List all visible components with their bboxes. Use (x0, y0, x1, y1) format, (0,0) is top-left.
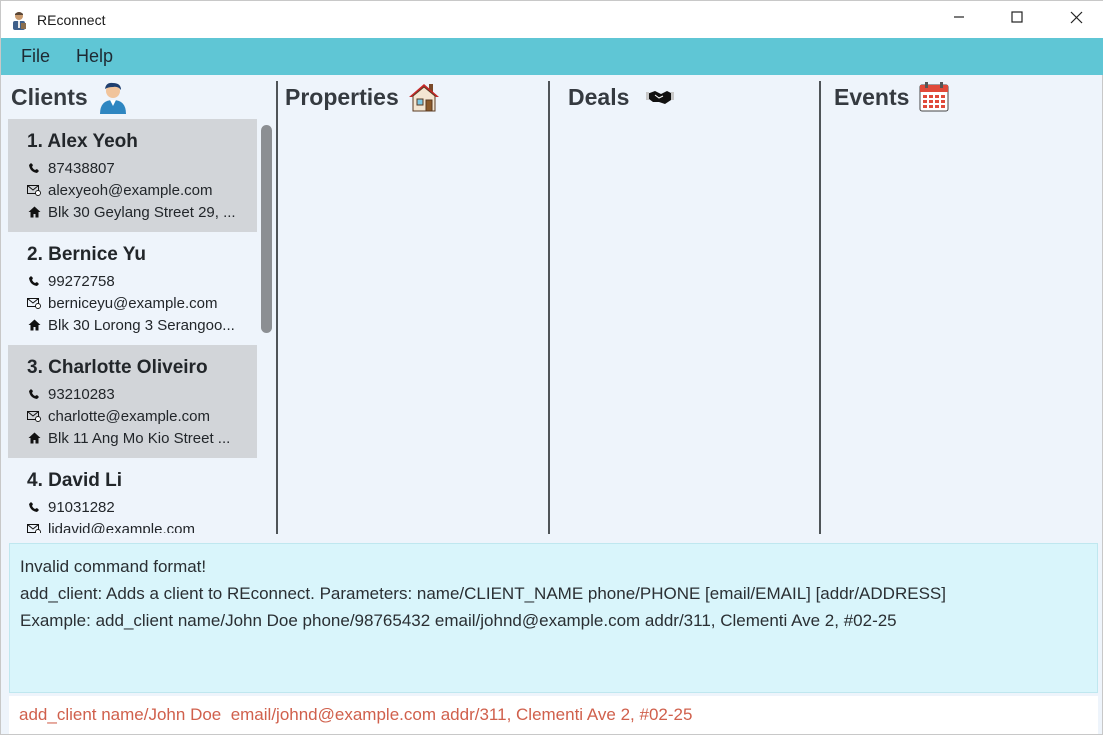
client-phone-row: 99272758 (27, 270, 257, 292)
client-address-row: Blk 11 Ang Mo Kio Street ... (27, 427, 257, 449)
result-line: Invalid command format! (20, 557, 207, 576)
clients-panel: Clients 1. Alex Yeoh 87438807 alexyeoh@e… (1, 75, 277, 537)
scrollbar-thumb[interactable] (261, 125, 272, 333)
home-icon (27, 318, 41, 332)
client-email-row: alexyeoh@example.com (27, 179, 257, 201)
events-header: Events (834, 75, 951, 119)
menu-bar: File Help (1, 38, 1103, 75)
email-icon (27, 183, 41, 197)
phone-icon (27, 387, 41, 401)
client-card[interactable]: 4. David Li 91031282 lidavid@example.com (8, 458, 257, 533)
email-icon (27, 296, 41, 310)
phone-icon (27, 274, 41, 288)
deals-panel: Deals (551, 75, 819, 537)
client-address: Blk 11 Ang Mo Kio Street ... (48, 429, 231, 447)
panel-divider (276, 81, 278, 534)
person-icon (96, 80, 130, 114)
event-list[interactable] (821, 119, 1103, 533)
client-address: Blk 30 Lorong 3 Serangoo... (48, 316, 235, 334)
email-icon (27, 522, 41, 533)
client-name: 1. Alex Yeoh (27, 131, 138, 152)
client-card[interactable]: 2. Bernice Yu 99272758 berniceyu@example… (8, 232, 257, 345)
menu-file[interactable]: File (11, 46, 60, 67)
property-list[interactable] (279, 119, 549, 533)
properties-panel: Properties (279, 75, 549, 537)
calendar-icon (917, 80, 951, 114)
events-panel: Events (821, 75, 1103, 537)
client-email: lidavid@example.com (48, 520, 195, 534)
client-card[interactable]: 1. Alex Yeoh 87438807 alexyeoh@example.c… (8, 119, 257, 232)
command-input[interactable] (19, 705, 1089, 725)
result-display: Invalid command format! add_client: Adds… (9, 543, 1098, 693)
home-icon (27, 431, 41, 445)
result-line: Example: add_client name/John Doe phone/… (20, 611, 897, 630)
client-phone-row: 93210283 (27, 383, 257, 405)
events-title: Events (834, 83, 910, 110)
client-phone: 87438807 (48, 159, 115, 177)
client-phone: 93210283 (48, 385, 115, 403)
deals-title: Deals (568, 83, 630, 110)
deal-list[interactable] (551, 119, 819, 533)
phone-icon (27, 500, 41, 514)
client-email-row: charlotte@example.com (27, 405, 257, 427)
email-icon (27, 409, 41, 423)
command-box[interactable] (9, 696, 1098, 734)
maximize-button[interactable] (994, 1, 1040, 33)
client-list[interactable]: 1. Alex Yeoh 87438807 alexyeoh@example.c… (8, 119, 257, 533)
client-phone: 99272758 (48, 272, 115, 290)
client-email: charlotte@example.com (48, 407, 210, 425)
client-email: alexyeoh@example.com (48, 181, 213, 199)
client-address: Blk 30 Geylang Street 29, ... (48, 203, 236, 221)
maximize-icon (1011, 11, 1023, 23)
properties-title: Properties (285, 83, 399, 110)
deals-header: Deals (568, 75, 677, 119)
close-button[interactable] (1053, 1, 1099, 33)
minimize-icon (954, 16, 964, 18)
client-phone-row: 91031282 (27, 496, 257, 518)
client-phone-row: 87438807 (27, 157, 257, 179)
client-list-scrollbar[interactable] (259, 119, 273, 533)
title-bar: REconnect (1, 1, 1103, 38)
clients-title: Clients (11, 83, 88, 110)
menu-help[interactable]: Help (66, 46, 123, 67)
house-icon (407, 80, 441, 114)
phone-icon (27, 161, 41, 175)
client-email-row: berniceyu@example.com (27, 292, 257, 314)
clients-header: Clients (11, 75, 130, 119)
agent-person-icon (9, 10, 29, 30)
handshake-icon (643, 80, 677, 114)
result-line: add_client: Adds a client to REconnect. … (20, 584, 946, 603)
app-window: REconnect File Help Clients 1. Alex Yeoh… (0, 0, 1103, 735)
client-address-row: Blk 30 Geylang Street 29, ... (27, 201, 257, 223)
minimize-button[interactable] (936, 1, 982, 33)
panel-divider (548, 81, 550, 534)
home-icon (27, 205, 41, 219)
close-icon (1070, 11, 1082, 23)
properties-header: Properties (285, 75, 441, 119)
client-email: berniceyu@example.com (48, 294, 218, 312)
window-title: REconnect (37, 11, 106, 28)
client-email-row: lidavid@example.com (27, 518, 257, 533)
client-address-row: Blk 30 Lorong 3 Serangoo... (27, 314, 257, 336)
client-name: 2. Bernice Yu (27, 244, 146, 265)
client-card[interactable]: 3. Charlotte Oliveiro 93210283 charlotte… (8, 345, 257, 458)
client-phone: 91031282 (48, 498, 115, 516)
client-name: 4. David Li (27, 470, 123, 491)
client-name: 3. Charlotte Oliveiro (27, 357, 208, 378)
